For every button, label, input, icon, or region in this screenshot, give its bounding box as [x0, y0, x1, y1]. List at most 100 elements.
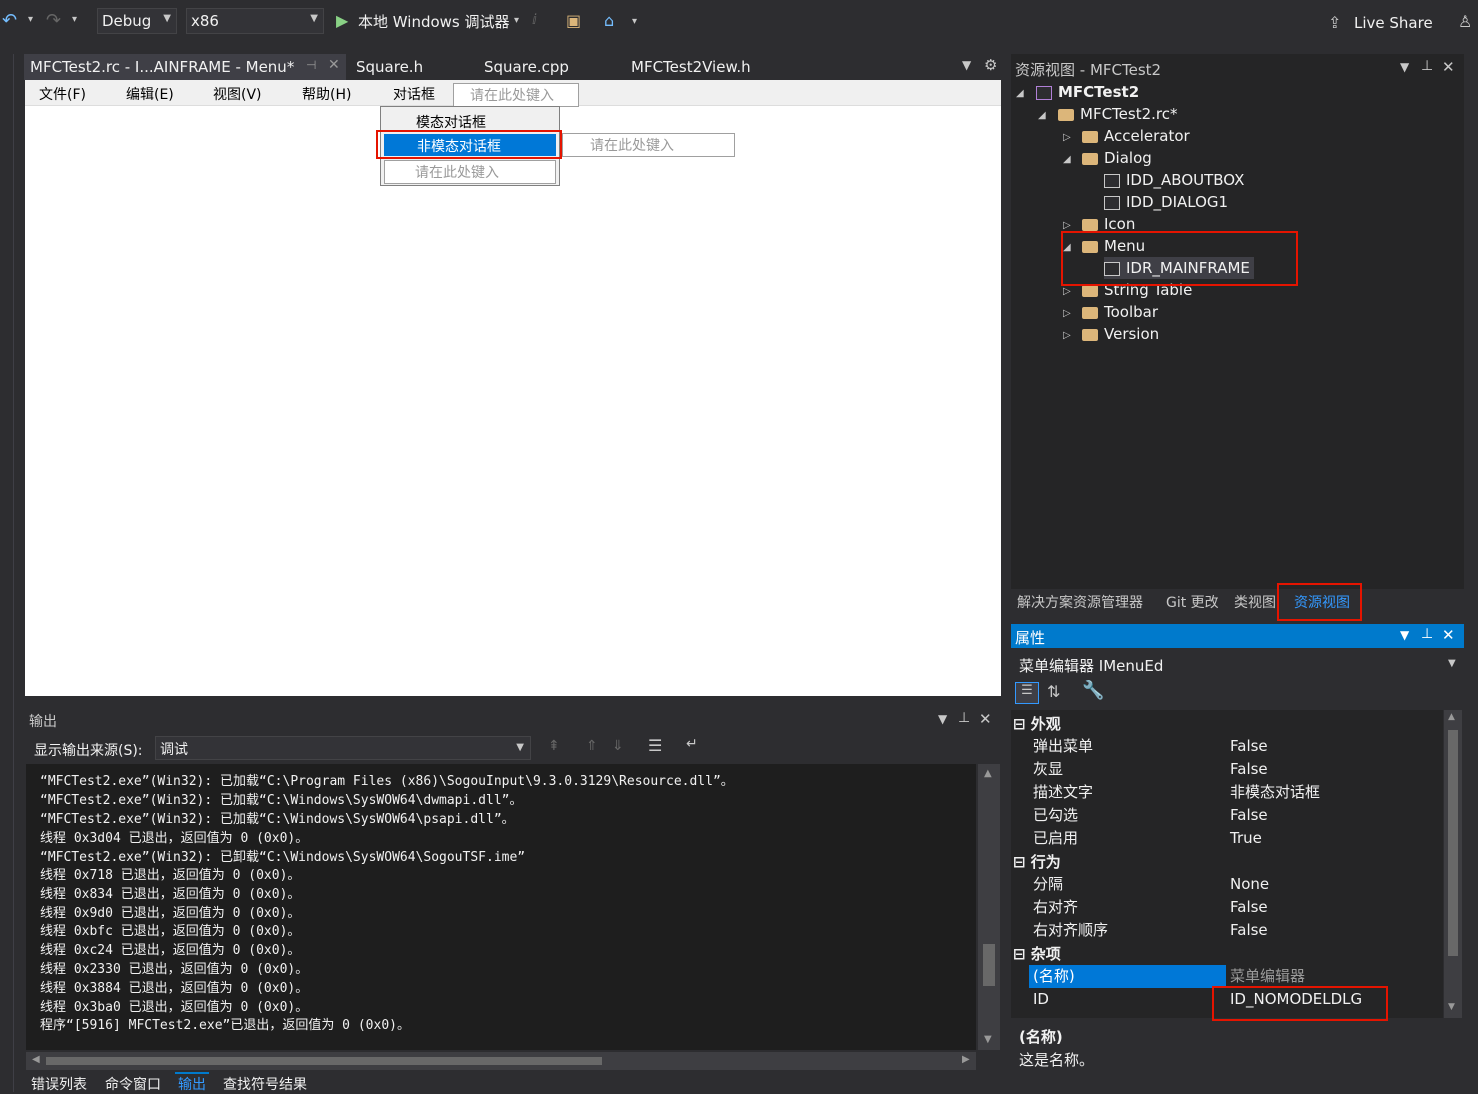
- run-dropdown-icon[interactable]: ▾: [514, 15, 519, 26]
- prop-value[interactable]: 非模态对话框: [1230, 781, 1320, 804]
- gear-icon[interactable]: ⚙: [984, 56, 997, 74]
- prop-value[interactable]: False: [1230, 758, 1268, 781]
- tree-node-project[interactable]: MFCTest2: [1036, 81, 1139, 103]
- tree-node-idd-aboutbox[interactable]: IDD_ABOUTBOX: [1104, 169, 1244, 191]
- menu-dialog[interactable]: 对话框: [393, 84, 435, 104]
- categorized-view-icon[interactable]: ☰: [1015, 682, 1039, 704]
- tab-mfctest2-rc[interactable]: MFCTest2.rc - I...AINFRAME - Menu* ⊣ ✕: [24, 54, 346, 80]
- close-icon[interactable]: ✕: [328, 57, 340, 73]
- collapse-icon[interactable]: ▷: [1063, 286, 1071, 297]
- platform-select[interactable]: x86 ▼: [186, 8, 324, 34]
- find-message-icon[interactable]: ⇞: [548, 738, 560, 754]
- property-pages-icon[interactable]: 🔧: [1082, 680, 1104, 701]
- menu-help[interactable]: 帮助(H): [302, 84, 351, 104]
- category-behavior[interactable]: ⊟ 行为: [1013, 851, 1061, 872]
- tab-command-window[interactable]: 命令窗口: [105, 1074, 161, 1094]
- close-icon[interactable]: ✕: [979, 710, 992, 728]
- prop-value[interactable]: 菜单编辑器: [1230, 965, 1305, 988]
- word-wrap-icon[interactable]: ↵: [686, 736, 698, 752]
- menubar-type-here[interactable]: 请在此处键入: [453, 83, 579, 107]
- output-vscrollbar[interactable]: ▲ ▼: [978, 764, 1000, 1050]
- pin-icon[interactable]: ⊥: [1421, 626, 1433, 642]
- pane-dropdown-icon[interactable]: ▼: [1400, 628, 1409, 642]
- clear-all-icon[interactable]: ☰: [648, 736, 662, 755]
- config-select[interactable]: Debug ▼: [97, 8, 177, 34]
- prop-value[interactable]: None: [1230, 873, 1269, 896]
- dropdown-type-here[interactable]: 请在此处键入: [384, 160, 556, 184]
- tab-error-list[interactable]: 错误列表: [31, 1074, 87, 1094]
- properties-scrollbar[interactable]: ▲ ▼: [1444, 710, 1462, 1018]
- prop-prompt[interactable]: 描述文字 非模态对话框: [1011, 781, 1443, 804]
- collapse-icon[interactable]: ▷: [1063, 330, 1071, 341]
- scroll-right-icon[interactable]: ▶: [962, 1054, 970, 1065]
- output-hscrollbar[interactable]: ◀ ▶: [26, 1052, 976, 1070]
- tree-node-idd-dialog1[interactable]: IDD_DIALOG1: [1104, 191, 1228, 213]
- pane-dropdown-icon[interactable]: ▼: [938, 712, 947, 726]
- properties-object-select[interactable]: 菜单编辑器 IMenuEd ▼: [1011, 652, 1464, 676]
- expand-icon[interactable]: ◢: [1038, 110, 1046, 121]
- tree-node-dialog[interactable]: Dialog: [1082, 147, 1152, 169]
- scroll-up-icon[interactable]: ▲: [1448, 712, 1455, 722]
- close-icon[interactable]: ✕: [1442, 58, 1455, 76]
- tree-node-accelerator[interactable]: Accelerator: [1082, 125, 1190, 147]
- tab-solution-explorer[interactable]: 解决方案资源管理器: [1017, 592, 1143, 612]
- scroll-thumb[interactable]: [983, 944, 995, 986]
- scroll-down-icon[interactable]: ▼: [1448, 1002, 1455, 1012]
- collapse-icon[interactable]: ▷: [1063, 132, 1071, 143]
- prop-right-order[interactable]: 右对齐顺序 False: [1011, 919, 1443, 942]
- prop-value[interactable]: False: [1230, 804, 1268, 827]
- share-icon[interactable]: ⇪: [1328, 13, 1341, 32]
- prop-right-justify[interactable]: 右对齐 False: [1011, 896, 1443, 919]
- tree-node-toolbar[interactable]: Toolbar: [1082, 301, 1158, 323]
- left-tool-strip[interactable]: [0, 54, 14, 1092]
- tab-square-cpp[interactable]: Square.cpp: [478, 54, 575, 80]
- submenu-type-here[interactable]: 请在此处键入: [562, 133, 735, 157]
- tree-node-version[interactable]: Version: [1082, 323, 1159, 345]
- right-tool-strip[interactable]: [1466, 54, 1478, 134]
- close-icon[interactable]: ✕: [1442, 626, 1455, 644]
- tab-git-changes[interactable]: Git 更改: [1166, 592, 1219, 612]
- menu-item-modal-dialog[interactable]: 模态对话框: [416, 112, 486, 132]
- collapse-icon[interactable]: ▷: [1063, 308, 1071, 319]
- undo-dropdown-icon[interactable]: ▾: [28, 14, 33, 25]
- hot-reload-icon[interactable]: ⅈ: [532, 12, 537, 28]
- scroll-down-icon[interactable]: ▼: [984, 1034, 992, 1045]
- prop-separator[interactable]: 分隔 None: [1011, 873, 1443, 896]
- prop-value[interactable]: True: [1230, 827, 1262, 850]
- tab-find-symbol-results[interactable]: 查找符号结果: [223, 1074, 307, 1094]
- redo-dropdown-icon[interactable]: ▾: [72, 14, 77, 25]
- pin-icon[interactable]: ⊣: [306, 58, 316, 72]
- prev-message-icon[interactable]: ⇑: [586, 738, 598, 754]
- prop-grayed[interactable]: 灰显 False: [1011, 758, 1443, 781]
- user-icon[interactable]: ♙: [1458, 12, 1472, 31]
- tab-square-h[interactable]: Square.h: [350, 54, 429, 80]
- scroll-up-icon[interactable]: ▲: [984, 768, 992, 779]
- live-share-button[interactable]: Live Share: [1354, 14, 1433, 32]
- next-message-icon[interactable]: ⇓: [612, 738, 624, 754]
- open-folder-icon[interactable]: ▣: [566, 11, 581, 30]
- prop-popup[interactable]: 弹出菜单 False: [1011, 735, 1443, 758]
- menu-file[interactable]: 文件(F): [39, 84, 86, 104]
- prop-checked[interactable]: 已勾选 False: [1011, 804, 1443, 827]
- scroll-left-icon[interactable]: ◀: [32, 1054, 40, 1065]
- prop-value[interactable]: False: [1230, 896, 1268, 919]
- tab-list-dropdown-icon[interactable]: ▼: [962, 58, 971, 72]
- scroll-thumb[interactable]: [1448, 730, 1458, 956]
- scroll-thumb[interactable]: [46, 1057, 602, 1065]
- prop-enabled[interactable]: 已启用 True: [1011, 827, 1443, 850]
- undo-icon[interactable]: ↶: [2, 10, 17, 31]
- redo-icon[interactable]: ↷: [46, 10, 61, 31]
- expand-icon[interactable]: ◢: [1063, 154, 1071, 165]
- pane-dropdown-icon[interactable]: ▼: [1400, 60, 1409, 74]
- category-appearance[interactable]: ⊟ 外观: [1013, 713, 1061, 734]
- prop-value[interactable]: False: [1230, 735, 1268, 758]
- toolbar-overflow-icon[interactable]: ▾: [632, 16, 637, 27]
- pin-icon[interactable]: ⊥: [1421, 58, 1433, 74]
- alphabetical-view-icon[interactable]: ⇅: [1047, 682, 1060, 701]
- tab-output[interactable]: 输出: [175, 1072, 209, 1094]
- tab-class-view[interactable]: 类视图: [1234, 592, 1276, 612]
- menu-view[interactable]: 视图(V): [213, 84, 262, 104]
- home-icon[interactable]: ⌂: [604, 11, 614, 30]
- play-icon[interactable]: ▶: [336, 11, 348, 30]
- run-debugger-button[interactable]: 本地 Windows 调试器: [358, 11, 510, 32]
